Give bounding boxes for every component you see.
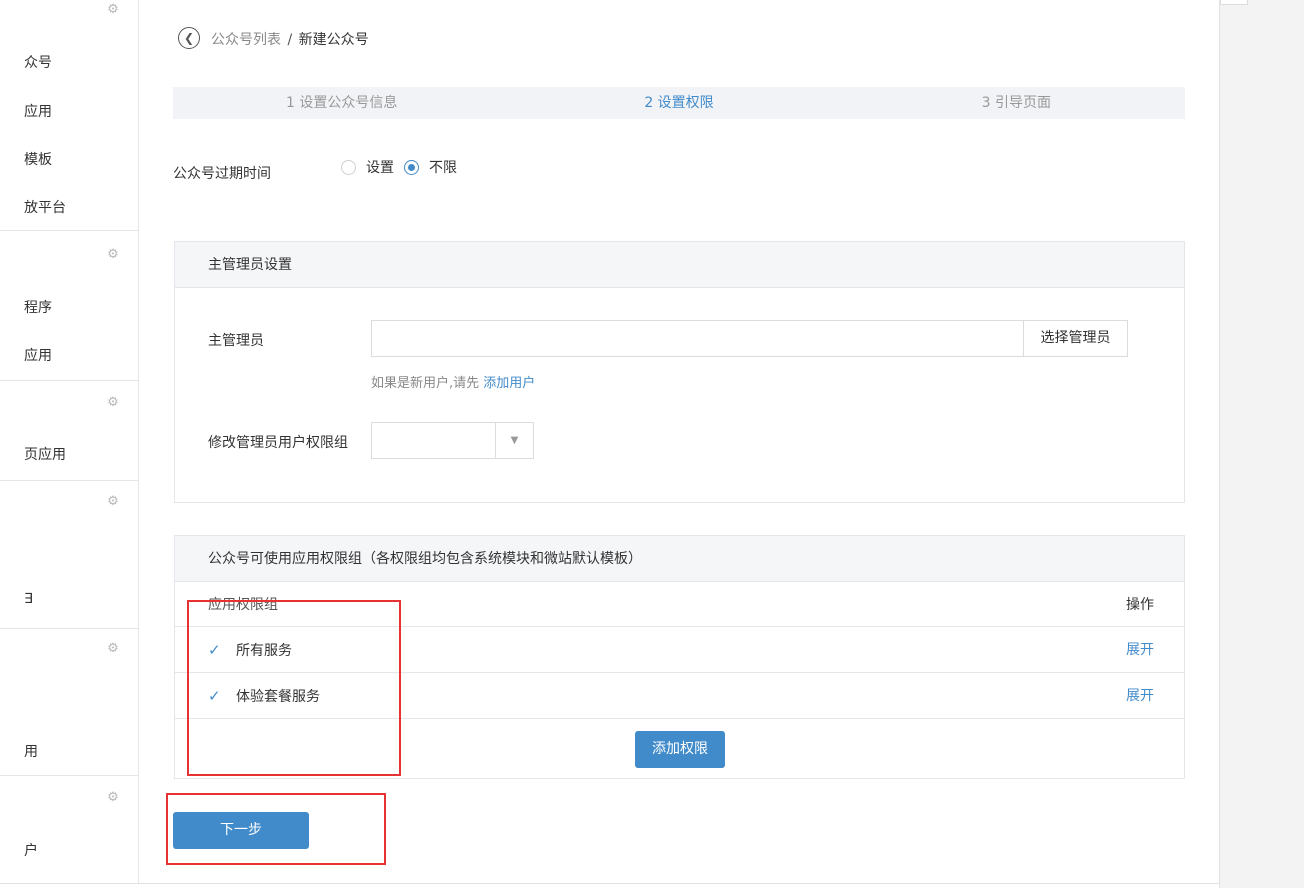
radio-set[interactable] [341,159,356,175]
select-admin-button[interactable]: 选择管理员 [1023,321,1127,356]
back-arrow-icon[interactable]: ❮ [178,27,200,49]
sidebar-divider [0,628,139,629]
gear-icon[interactable]: ⚙ [106,396,120,410]
sidebar-divider [0,380,139,381]
hint-prefix: 如果是新用户,请先 [371,376,480,391]
sidebar: ⚙ 众号 应用 模板 放平台 ⚙ 程序 应用 ⚙ 页应用 ⚙ ∃ ⚙ 用 ⚙ 户 [0,0,139,884]
bottom-divider [0,883,1219,884]
sidebar-item[interactable]: 众号 [24,52,52,72]
breadcrumb-link[interactable]: 公众号列表 [211,32,281,48]
checkbox-checked-icon[interactable]: ✓ [208,627,222,673]
breadcrumb-current: 新建公众号 [298,32,369,48]
col-action-header: 操作 [1126,597,1154,613]
chevron-down-icon[interactable]: ▼ [495,423,533,458]
admin-label: 主管理员 [208,333,264,349]
add-permission-button[interactable]: 添加权限 [635,731,725,768]
checkbox-checked-icon[interactable]: ✓ [208,673,222,719]
step-bar: 1 设置公众号信息 2 设置权限 3 引导页面 [173,87,1185,119]
group-select-value [372,423,495,458]
row-cell: ✓ 体验套餐服务 [208,673,320,720]
admin-settings-panel: 主管理员设置 主管理员 选择管理员 如果是新用户,请先 添加用户 修改管理员用户… [174,241,1185,503]
col-group-header: 应用权限组 [208,597,278,613]
expiry-radio-group: 设置 不限 [341,157,467,177]
panel-title: 主管理员设置 [175,242,1184,288]
table-row: ✓ 所有服务 展开 [175,627,1184,673]
app-root: ⚙ 众号 应用 模板 放平台 ⚙ 程序 应用 ⚙ 页应用 ⚙ ∃ ⚙ 用 ⚙ 户… [0,0,1304,888]
permissions-panel: 公众号可使用应用权限组（各权限组均包含系统模块和微站默认模板） 应用权限组 操作… [174,535,1185,779]
radio-unlimited-label[interactable]: 不限 [429,157,457,177]
hint-text: 如果是新用户,请先 添加用户 [371,372,535,391]
group-select[interactable]: ▼ [371,422,534,459]
row-name: 体验套餐服务 [236,689,320,705]
sidebar-item[interactable]: 放平台 [24,197,66,217]
sidebar-item[interactable]: 应用 [24,101,52,121]
sidebar-item[interactable]: 模板 [24,149,52,169]
table-row: ✓ 体验套餐服务 展开 [175,673,1184,719]
sidebar-item[interactable]: 户 [24,840,38,860]
expand-link[interactable]: 展开 [1126,627,1154,673]
right-gutter [1219,0,1304,888]
expiry-label: 公众号过期时间 [173,166,271,182]
gear-icon[interactable]: ⚙ [106,3,120,17]
gear-icon[interactable]: ⚙ [106,642,120,656]
radio-unlimited[interactable] [404,159,419,175]
step-1: 1 设置公众号信息 [285,95,398,111]
breadcrumb: 公众号列表 / 新建公众号 [211,29,369,49]
sidebar-item[interactable]: 用 [24,741,38,761]
panel-title: 公众号可使用应用权限组（各权限组均包含系统模块和微站默认模板） [175,536,1184,582]
step-3: 3 引导页面 [981,95,1051,111]
expand-link[interactable]: 展开 [1126,673,1154,719]
sidebar-divider [0,230,139,231]
sidebar-divider [0,480,139,481]
admin-input[interactable] [372,321,1023,356]
add-user-link[interactable]: 添加用户 [483,376,535,391]
row-cell: ✓ 所有服务 [208,627,292,674]
group-label: 修改管理员用户权限组 [208,435,348,451]
sidebar-item[interactable]: 程序 [24,297,52,317]
gear-icon[interactable]: ⚙ [106,248,120,262]
table-header: 应用权限组 操作 [175,582,1184,627]
permissions-table: 应用权限组 操作 ✓ 所有服务 展开 ✓ 体验套餐服务 展开 [175,582,1184,719]
radio-set-label[interactable]: 设置 [366,157,394,177]
admin-input-group: 选择管理员 [371,320,1128,357]
sidebar-divider [0,775,139,776]
sidebar-item[interactable]: ∃ [24,591,33,607]
gear-icon[interactable]: ⚙ [106,495,120,509]
next-step-button[interactable]: 下一步 [173,812,309,849]
sidebar-item[interactable]: 页应用 [24,444,66,464]
gear-icon[interactable]: ⚙ [106,791,120,805]
sidebar-item[interactable]: 应用 [24,345,52,365]
row-name: 所有服务 [236,643,292,659]
breadcrumb-separator: / [287,32,293,48]
step-2: 2 设置权限 [644,95,714,111]
scroll-notch [1220,0,1248,5]
